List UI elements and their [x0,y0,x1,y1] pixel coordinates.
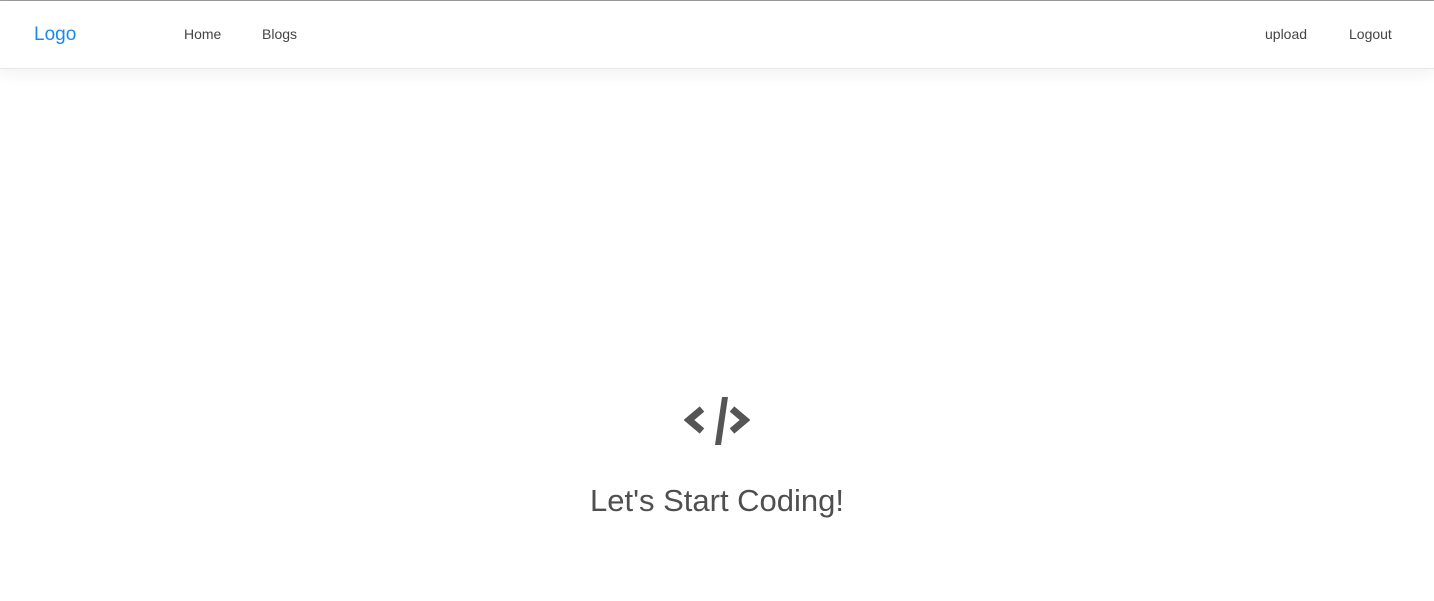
hero-section: Let's Start Coding! [0,395,1434,519]
nav-home-link[interactable]: Home [184,26,221,42]
navbar: Logo Home Blogs upload Logout [0,1,1434,69]
code-icon [684,397,750,445]
logo-link[interactable]: Logo [34,24,76,46]
nav-blogs-link[interactable]: Blogs [262,26,297,42]
nav-logout-link[interactable]: Logout [1349,26,1392,42]
hero-title: Let's Start Coding! [589,483,845,518]
nav-upload-link[interactable]: upload [1265,26,1307,42]
